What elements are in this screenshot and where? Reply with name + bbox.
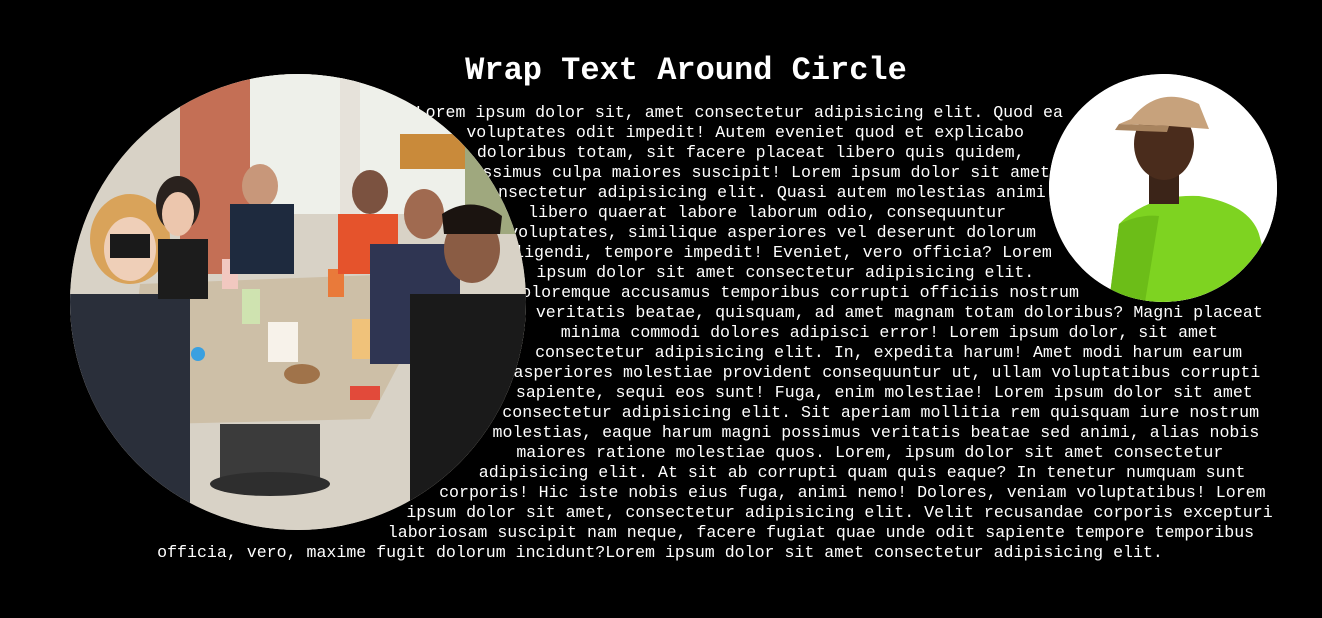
portrait-image (1049, 74, 1277, 302)
group-photo-circle (70, 74, 526, 530)
page: Wrap Text Around Circle Lorem ipsum dolo… (0, 0, 1322, 618)
wrapped-content: Lorem ipsum dolor sit, amet consectetur … (47, 74, 1277, 563)
portrait-circle (1049, 74, 1277, 302)
group-photo-image (70, 74, 526, 530)
